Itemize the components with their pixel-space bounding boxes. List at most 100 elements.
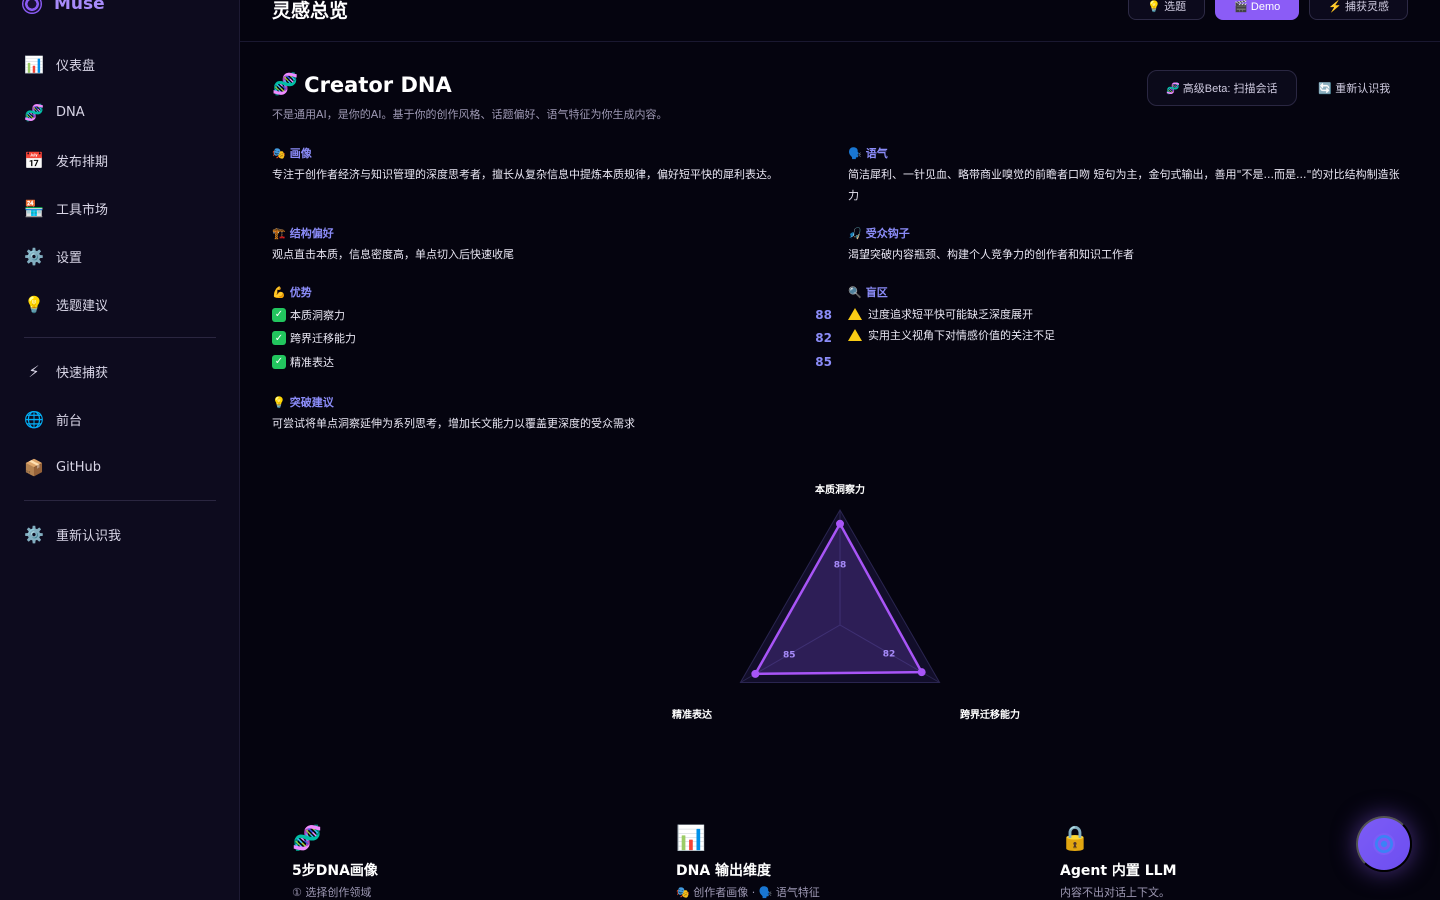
radar-point [917,668,926,677]
page-title: 灵感总览 [272,0,349,22]
sidebar-item-reknow-me[interactable]: ⚙️ 重新认识我 [16,510,224,558]
magnifier-icon: 🔍 [848,285,862,299]
blindspot-row: 过度追求短平快可能缺乏深度展开 [848,303,1408,324]
sidebar-item-settings[interactable]: ⚙️ 设置 [16,232,224,280]
topic-button[interactable]: 💡 选题 [1128,0,1206,20]
sidebar-item-label: 前台 [56,413,83,429]
brand[interactable]: Muse [22,0,105,18]
structure-heading: 🏗️ 结构偏好 [272,224,832,242]
lock-icon: 🔒 [1060,824,1090,852]
bar-chart-icon: 📊 [676,824,706,852]
nav-divider [24,500,216,501]
radar-category-label: 本质洞察力 [815,483,865,496]
dna-icon: 🧬 [24,102,44,122]
sidebar-item-quick-capture[interactable]: ⚡ 快速捕获 [16,347,224,395]
persona-text: 专注于创作者经济与知识管理的深度思考者，擅长从复杂信息中提炼本质规律，偏好短平快… [272,168,778,181]
strength-label: 精准表达 [290,355,334,369]
strengths-section: 💪 优势 ✓ 本质洞察力 88 ✓ 跨界迁移能力 82 ✓ 精准表达 85 [272,283,832,374]
feature-subtitle: ① 选择创作领域 [292,886,372,899]
section-title: 优势 [289,286,312,299]
feature-card-dna-steps: 🧬 5步DNA画像 ① 选择创作领域 [292,824,622,900]
strengths-list: ✓ 本质洞察力 88 ✓ 跨界迁移能力 82 ✓ 精准表达 85 [272,303,832,374]
check-icon: ✓ [272,331,286,346]
structure-text: 观点直击本质，信息密度高，单点切入后快速收尾 [272,248,514,261]
lightning-icon: ⚡ [28,361,40,381]
section-title: 受众钩子 [865,227,910,240]
strength-label: 跨界迁移能力 [290,332,356,346]
strength-row: ✓ 跨界迁移能力 82 [272,327,832,351]
blindspot-row: 实用主义视角下对情感价值的关注不足 [848,324,1408,345]
capture-inspiration-button[interactable]: ⚡ 捕获灵感 [1309,0,1408,20]
audience-section: 🎣 受众钩子 渴望突破内容瓶颈、构建个人竞争力的创作者和知识工作者 [848,224,1408,265]
feature-subtitle: 🎭 创作者画像 · 🗣️ 语气特征 [676,886,820,899]
strength-label: 本质洞察力 [290,308,345,322]
strength-score: 88 [815,307,832,322]
radar-category-label: 跨界迁移能力 [960,708,1020,721]
sidebar-item-dashboard[interactable]: 📊 仪表盘 [16,40,224,88]
strength-score: 85 [815,354,832,369]
blindspot-text: 实用主义视角下对情感价值的关注不足 [868,328,1055,342]
scan-session-button[interactable]: 🧬 高级Beta: 扫描会话 [1147,70,1297,106]
persona-heading: 🎭 画像 [272,144,832,162]
demo-button[interactable]: 🎬 Demo [1215,0,1300,20]
radar-series-area [753,521,924,676]
section-title: 结构偏好 [289,227,334,240]
sidebar-item-label: 仪表盘 [56,58,96,74]
flexed-biceps-icon: 💪 [272,285,286,299]
globe-icon: 🌐 [24,409,44,429]
reknow-me-link[interactable]: 🔄 重新认识我 [1318,80,1390,96]
store-icon: 🏪 [24,198,44,218]
section-title: 突破建议 [289,396,334,409]
radar-value-label: 82 [883,649,896,659]
nav-divider [24,337,216,338]
breakthrough-text: 可尝试将单点洞察延伸为系列思考，增加长文能力以覆盖更深度的受众需求 [272,417,635,430]
check-icon: ✓ [272,354,286,369]
radar-value-label: 85 [783,650,796,660]
dna-subtitle: 不是通用AI，是你的AI。基于你的创作风格、话题偏好、语气特征为你生成内容。 [272,108,668,121]
warning-icon [848,328,862,341]
sidebar-item-topic-suggestions[interactable]: 💡 选题建议 [16,280,224,328]
sidebar-nav: 📊 仪表盘 🧬 DNA 📅 发布排期 🏪 工具市场 ⚙️ 设置 💡 选题建议 ⚡… [16,40,224,558]
tone-text: 简洁犀利、一针见血、略带商业嗅觉的前瞻者口吻 短句为主，金句式输出，善用"不是.… [848,168,1400,202]
strength-row: ✓ 本质洞察力 88 [272,303,832,327]
blindspot-text: 过度追求短平快可能缺乏深度展开 [868,307,1033,321]
breakthrough-section: 💡 突破建议 可尝试将单点洞察延伸为系列思考，增加长文能力以覆盖更深度的受众需求 [272,393,832,434]
assistant-fab-button[interactable] [1356,816,1412,872]
lightbulb-icon: 💡 [24,294,44,314]
sidebar-item-label: 快速捕获 [56,365,109,381]
sidebar-item-schedule[interactable]: 📅 发布排期 [16,136,224,184]
main-content: 🧬 Creator DNA 不是通用AI，是你的AI。基于你的创作风格、话题偏好… [240,42,1440,900]
radar-category-label: 精准表达 [672,708,712,721]
sidebar-item-github[interactable]: 📦 GitHub [16,443,224,491]
feature-subtitle: 内容不出对话上下文。 [1060,886,1170,899]
lightbulb-icon: 💡 [272,395,286,409]
strength-score: 82 [815,331,832,346]
dna-title-text: Creator DNA [304,72,452,97]
sidebar-item-label: GitHub [56,459,102,475]
dna-title: 🧬 Creator DNA [272,72,452,97]
construction-icon: 🏗️ [272,226,286,240]
dna-radar-chart: 88 82 85 本质洞察力跨界迁移能力 精准表达 [672,483,1020,721]
bar-chart-icon: 📊 [24,54,44,74]
section-title: 盲区 [865,286,888,299]
feature-title: Agent 内置 LLM [1060,863,1177,879]
app-name: Muse [54,0,105,14]
dna-icon: 🧬 [292,824,322,852]
muse-logo-icon [22,0,42,14]
calendar-icon: 📅 [24,150,44,170]
sidebar-item-tool-market[interactable]: 🏪 工具市场 [16,184,224,232]
blindspots-heading: 🔍 盲区 [848,283,1408,301]
radar-point [751,669,760,678]
sidebar-item-dna[interactable]: 🧬 DNA [16,88,224,136]
feature-title: 5步DNA画像 [292,863,378,879]
sidebar-item-label: 工具市场 [56,202,109,218]
speaking-head-icon: 🗣️ [848,146,862,160]
strengths-heading: 💪 优势 [272,283,832,301]
feature-card-dna-output: 📊 DNA 输出维度 🎭 创作者画像 · 🗣️ 语气特征 [676,824,1006,900]
warning-icon [848,307,862,320]
persona-section: 🎭 画像 专注于创作者经济与知识管理的深度思考者，擅长从复杂信息中提炼本质规律，… [272,144,832,185]
section-title: 语气 [865,147,888,160]
feature-title: DNA 输出维度 [676,863,772,879]
sidebar-item-frontend[interactable]: 🌐 前台 [16,395,224,443]
strength-row: ✓ 精准表达 85 [272,350,832,374]
